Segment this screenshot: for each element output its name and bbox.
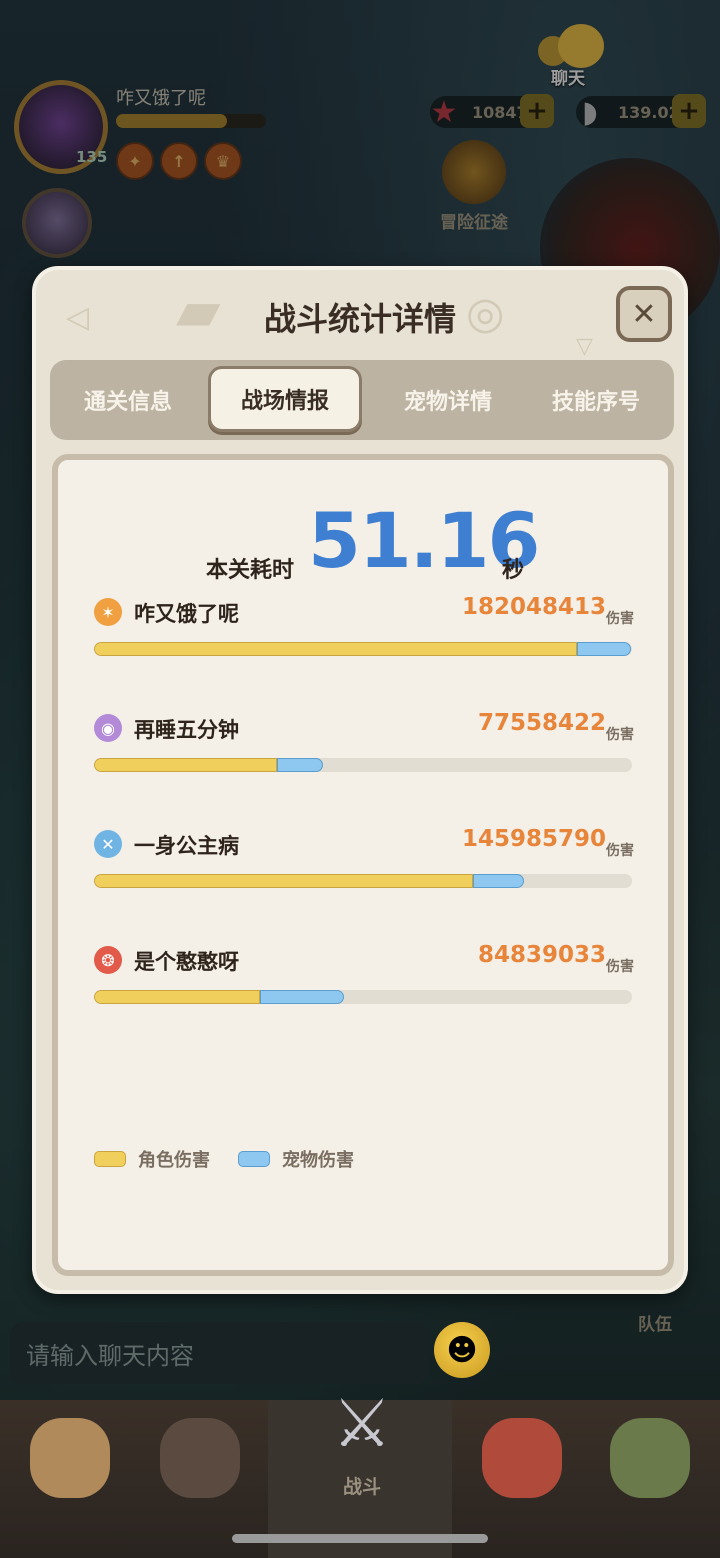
damage-value: 84839033	[477, 942, 606, 968]
pet-damage-segment	[473, 874, 524, 888]
character-damage-segment	[94, 758, 277, 772]
nav-item-character-4[interactable]	[590, 1410, 710, 1520]
tab-battle-intel[interactable]: 战场情报	[208, 366, 362, 432]
tab-clear-info[interactable]: 通关信息	[50, 360, 206, 440]
legend-character-swatch	[94, 1151, 126, 1167]
legend-pet-swatch	[238, 1151, 270, 1167]
character-damage-segment	[94, 874, 473, 888]
player-name: 再睡五分钟	[134, 718, 239, 742]
player-name: 是个憨憨呀	[134, 950, 239, 974]
nav-item-character-2[interactable]	[140, 1410, 260, 1520]
player-damage-row: ✕ 一身公主病 145985790 伤害	[94, 826, 634, 910]
character-damage-segment	[94, 642, 577, 656]
damage-legend: 角色伤害 宠物伤害	[94, 1144, 382, 1174]
player-name: 一身公主病	[134, 834, 239, 858]
damage-bar	[94, 758, 632, 772]
legend-character-label: 角色伤害	[138, 1150, 210, 1171]
dialog-title: 战斗统计详情	[263, 300, 456, 338]
stage-time-unit: 秒	[502, 558, 525, 583]
player-name: 咋又饿了呢	[134, 602, 239, 626]
damage-unit: 伤害	[606, 959, 634, 975]
damage-bar	[94, 990, 632, 1004]
nav-item-character-3[interactable]	[462, 1410, 582, 1520]
character-portrait-icon	[610, 1418, 690, 1498]
damage-unit: 伤害	[606, 727, 634, 743]
orb-class-icon: ◉	[94, 714, 122, 742]
legend-pet-label: 宠物伤害	[282, 1150, 354, 1171]
home-indicator[interactable]	[232, 1534, 488, 1543]
damage-unit: 伤害	[606, 611, 634, 627]
tab-bar: 通关信息 战场情报 宠物详情 技能序号	[50, 360, 674, 440]
damage-unit: 伤害	[606, 843, 634, 859]
tab-skill-order[interactable]: 技能序号	[518, 360, 674, 440]
player-damage-row: ◉ 再睡五分钟 77558422 伤害	[94, 710, 634, 794]
emoji-button[interactable]: ☻	[434, 1322, 490, 1378]
battle-stats-dialog: ◁ ▰ ◎ ▽ 战斗统计详情 ✕ 通关信息 战场情报 宠物详情 技能序号 本关耗…	[32, 266, 688, 1294]
damage-value: 77558422	[477, 710, 606, 736]
nav-battle-label: 战斗	[342, 1476, 381, 1498]
pet-damage-segment	[577, 642, 631, 656]
fire-class-icon: ❂	[94, 946, 122, 974]
pet-damage-segment	[277, 758, 323, 772]
damage-value: 182048413	[461, 594, 606, 620]
pet-damage-segment	[260, 990, 344, 1004]
close-icon: ✕	[631, 296, 657, 332]
character-portrait-icon	[30, 1418, 110, 1498]
stage-time-label: 本关耗时	[206, 558, 295, 583]
nav-item-character-1[interactable]	[10, 1410, 130, 1520]
battle-sword-icon: ⚔	[332, 1384, 392, 1462]
character-portrait-icon	[482, 1418, 562, 1498]
damage-bar	[94, 642, 632, 656]
battle-intel-panel: 本关耗时 51.16 秒 ✶ 咋又饿了呢 182048413 伤害 ◉ 再睡五分钟 7755…	[52, 454, 674, 1276]
character-portrait-icon	[160, 1418, 240, 1498]
close-button[interactable]: ✕	[616, 286, 672, 342]
character-damage-segment	[94, 990, 260, 1004]
stage-time-row: 本关耗时 51.16 秒	[58, 496, 668, 586]
player-damage-row: ✶ 咋又饿了呢 182048413 伤害	[94, 594, 634, 678]
flame-class-icon: ✶	[94, 598, 122, 626]
damage-bar	[94, 874, 632, 888]
sword-class-icon: ✕	[94, 830, 122, 858]
tab-pet-details[interactable]: 宠物详情	[370, 360, 526, 440]
damage-value: 145985790	[461, 826, 606, 852]
player-damage-row: ❂ 是个憨憨呀 84839033 伤害	[94, 942, 634, 1026]
emoji-icon: ☻	[446, 1332, 478, 1368]
